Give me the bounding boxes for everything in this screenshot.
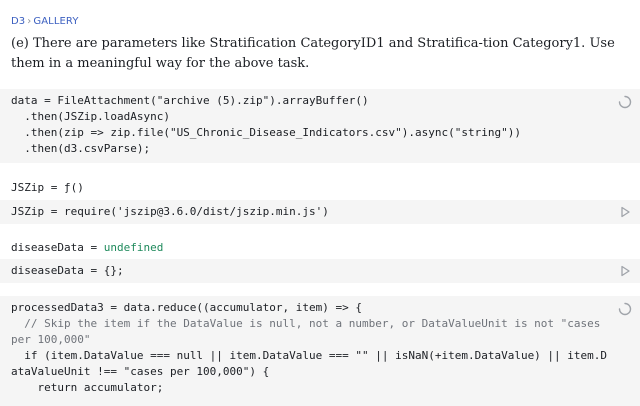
code-line: data = FileAttachment("archive (5).zip")… (11, 94, 369, 107)
code-line: JSZip = require('jszip@3.6.0/dist/jszip.… (11, 205, 329, 218)
breadcrumb-root-link[interactable]: D3 (11, 16, 25, 27)
code-line: if (item.DataValue === null || item.Data… (11, 349, 608, 378)
output-value: undefined (103, 241, 164, 254)
code-line: .then(JSZip.loadAsync) (11, 110, 170, 123)
breadcrumb: D3 › GALLERY (11, 16, 79, 27)
code-cell-diseasedata[interactable]: diseaseData = {}; (0, 259, 640, 283)
code-cell-jszip[interactable]: JSZip = require('jszip@3.6.0/dist/jszip.… (0, 200, 640, 224)
code-line: .then(d3.csvParse); (11, 142, 151, 155)
cell-output-jszip: JSZip = ƒ() (11, 181, 84, 194)
breadcrumb-current-link[interactable]: GALLERY (33, 16, 78, 27)
code-comment-line: // Skip the item if the DataValue is nul… (11, 317, 608, 346)
code-line: return accumulator; (11, 381, 164, 394)
spinner-icon[interactable] (618, 302, 632, 316)
code-cell-processeddata3[interactable]: processedData3 = data.reduce((accumulato… (0, 296, 640, 406)
code-line: .then(zip => zip.file("US_Chronic_Diseas… (11, 126, 521, 139)
run-icon[interactable] (618, 205, 632, 219)
breadcrumb-separator: › (27, 16, 32, 27)
output-variable-name: diseaseData = (11, 241, 104, 254)
code-line: diseaseData = {}; (11, 264, 124, 277)
code-cell-data[interactable]: data = FileAttachment("archive (5).zip")… (0, 89, 640, 163)
run-icon[interactable] (618, 264, 632, 278)
task-prompt: (e) There are parameters like Stratifica… (11, 36, 615, 71)
cell-output-diseasedata: diseaseData = undefined (11, 240, 163, 256)
code-line: processedData3 = data.reduce((accumulato… (11, 301, 362, 314)
spinner-icon[interactable] (618, 95, 632, 109)
